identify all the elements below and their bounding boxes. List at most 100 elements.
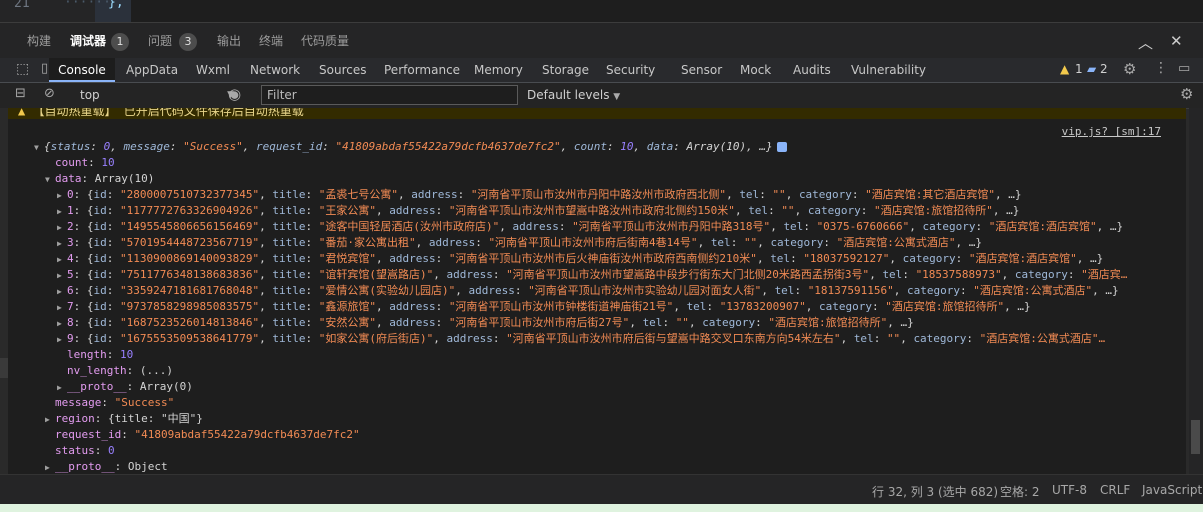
console-output[interactable]: ▲ 【自动热重载】 已开启代码文件保存后自动热重载 vip.js? [sm]:1… [8,108,1186,474]
list-item[interactable]: ▶ 0: {id: "2800007510732377345", title: "… [57,187,1022,203]
cursor-position[interactable]: 行 32, 列 3 (选中 682) [872,483,998,500]
tab-code-quality[interactable]: 代码质量 [301,32,349,50]
collapsed-arrow-icon[interactable]: ▶ [45,412,55,428]
console-scrollbar-thumb[interactable] [1191,420,1200,454]
tab-storage[interactable]: Storage [542,58,589,82]
warning-text: 【自动热重载】 已开启代码文件保存后自动热重载 [32,108,304,118]
list-item[interactable]: ▶ 5: {id: "7511776348138683836", title: "… [57,267,1127,283]
tab-terminal[interactable]: 终端 [259,32,283,50]
list-item[interactable]: ▶ 6: {id: "3359247181681768048", title: "… [57,283,1119,299]
tab-problems[interactable]: 问题 [148,32,172,50]
prop-proto-object[interactable]: ▶ __proto__: Object [45,459,168,474]
tab-sensor[interactable]: Sensor [681,58,722,82]
console-toolbar: ⊟ ⊘ top ▼ ◉ Default levels ▼ ⚙ [0,83,1203,109]
language-mode[interactable]: JavaScript [1142,483,1202,497]
collapsed-arrow-icon[interactable]: ▶ [57,300,67,316]
filter-input[interactable] [261,85,518,105]
message-icon[interactable]: ▰ [1087,62,1096,76]
device-toggle-icon[interactable]: ▯ [41,61,48,76]
prop-message: message: "Success" [55,396,175,409]
list-item[interactable]: ▶ 8: {id: "1687523526014813846", title: "… [57,315,914,331]
line-ending[interactable]: CRLF [1100,483,1130,497]
prop-proto-array[interactable]: ▶ __proto__: Array(0) [57,379,193,395]
collapsed-arrow-icon[interactable]: ▶ [57,204,67,220]
collapsed-arrow-icon[interactable]: ▶ [57,316,67,332]
tab-sources[interactable]: Sources [319,58,366,82]
tab-console[interactable]: Console [49,58,115,82]
tab-performance[interactable]: Performance [384,58,460,82]
warning-triangle-icon: ▲ [18,108,26,118]
tab-build[interactable]: 构建 [27,32,51,50]
levels-arrow-icon: ▼ [613,92,621,102]
tab-output[interactable]: 输出 [217,32,241,50]
clear-console-icon[interactable]: ⊘ [44,86,55,101]
more-vertical-icon[interactable]: ⋮ [1154,60,1168,76]
gear-icon[interactable]: ⚙ [1123,60,1136,78]
bottom-edge [0,504,1203,512]
expanded-arrow-icon[interactable]: ▼ [45,172,55,188]
collapsed-arrow-icon[interactable]: ▶ [57,380,67,396]
close-icon[interactable]: ✕ [1170,32,1183,50]
list-item[interactable]: ▶ 1: {id: "1177772763326904926", title: "… [57,203,1019,219]
collapsed-arrow-icon[interactable]: ▶ [57,188,67,204]
left-edge-marker [0,358,8,378]
collapsed-arrow-icon[interactable]: ▶ [57,220,67,236]
indentation[interactable]: 空格: 2 [1000,483,1040,500]
log-object-summary[interactable]: ▼ {status: 0, message: "Success", request… [34,139,787,155]
collapsed-arrow-icon[interactable]: ▶ [57,284,67,300]
info-icon[interactable] [776,142,787,152]
tab-network[interactable]: Network [250,58,300,82]
sidebar-toggle-icon[interactable]: ⊟ [15,86,26,101]
tab-vulnerability[interactable]: Vulnerability [851,58,926,82]
tab-mock[interactable]: Mock [740,58,771,82]
log-levels-dropdown[interactable]: Default levels ▼ [527,85,620,105]
list-item[interactable]: ▶ 9: {id: "1675553509538641779", title: "… [57,331,1105,347]
encoding[interactable]: UTF-8 [1052,483,1087,497]
tab-memory[interactable]: Memory [474,58,523,82]
left-edge [0,108,8,474]
prop-length: length: 10 [67,348,134,361]
line-number: 21 [14,0,30,11]
status-bar: 行 32, 列 3 (选中 682) 空格: 2 UTF-8 CRLF Java… [0,474,1203,505]
prop-region[interactable]: ▶ region: {title: "中国"} [45,411,203,427]
list-item[interactable]: ▶ 3: {id: "5701954448723567719", title: "… [57,235,982,251]
expanded-arrow-icon[interactable]: ▼ [34,140,44,156]
context-select[interactable]: top ▼ [70,85,240,105]
warning-message: ▲ 【自动热重载】 已开启代码文件保存后自动热重载 [8,108,1186,119]
log-levels-label: Default levels [527,88,610,102]
list-item[interactable]: ▶ 2: {id: "1495545806656156469", title: "… [57,219,1123,235]
warning-icon[interactable]: ▲ [1060,62,1069,76]
collapsed-arrow-icon[interactable]: ▶ [45,460,55,474]
prop-nv-length[interactable]: nv_length: (...) [67,363,173,379]
collapsed-arrow-icon[interactable]: ▶ [57,252,67,268]
inspect-element-icon[interactable]: ⬚ [16,61,29,77]
devtools-tabs: ⬚ ▯ Console AppData Wxml Network Sources… [0,58,1203,83]
tab-audits[interactable]: Audits [793,58,831,82]
collapsed-arrow-icon[interactable]: ▶ [57,236,67,252]
tab-security[interactable]: Security [606,58,655,82]
list-item[interactable]: ▶ 4: {id: "1130900869140093829", title: "… [57,251,1103,267]
debugger-count-badge: 1 [111,33,129,51]
dock-side-icon[interactable]: ▭ [1178,61,1190,76]
collapsed-arrow-icon[interactable]: ▶ [57,332,67,348]
list-item[interactable]: ▶ 7: {id: "9737858298985083575", title: "… [57,299,1031,315]
eye-icon[interactable]: ◉ [228,85,241,103]
tab-debugger[interactable]: 调试器 [70,32,106,50]
collapsed-arrow-icon[interactable]: ▶ [57,268,67,284]
prop-count: count: 10 [55,156,115,169]
prop-status: status: 0 [55,444,115,457]
console-settings-icon[interactable]: ⚙ [1180,85,1193,103]
message-count[interactable]: 2 [1100,62,1108,76]
source-link[interactable]: vip.js? [sm]:17 [1062,125,1161,138]
code-text[interactable]: }, [108,0,124,10]
context-value: top [80,88,100,102]
tab-wxml[interactable]: Wxml [196,58,230,82]
problems-count-badge: 3 [179,33,197,51]
chevron-up-icon[interactable]: ︿ [1138,32,1153,53]
warning-count[interactable]: 1 [1075,62,1083,76]
indent-dots: ······ [64,0,111,10]
bottom-panel-tabs: 构建 调试器 1 问题 3 输出 终端 代码质量 ︿ ✕ [0,22,1203,59]
prop-data[interactable]: ▼ data: Array(10) [45,171,154,187]
prop-request-id: request_id: "41809abdaf55422a79dcfb4637d… [55,428,360,441]
tab-appdata[interactable]: AppData [126,58,178,82]
